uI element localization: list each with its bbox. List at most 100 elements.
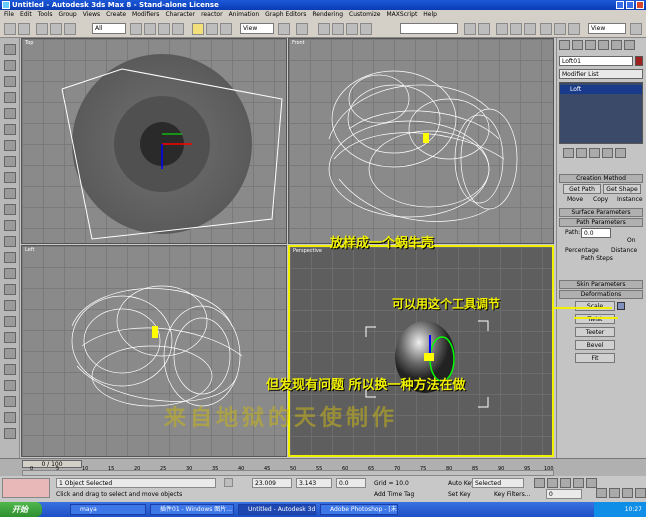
path-steps-radio[interactable]: Path Steps (581, 254, 613, 263)
select-object-icon[interactable] (130, 23, 142, 35)
menu-group[interactable]: Group (58, 10, 76, 20)
object-color-swatch[interactable] (635, 56, 643, 66)
tool-icon-8[interactable] (4, 156, 16, 167)
tool-icon-19[interactable] (4, 332, 16, 343)
play-icon[interactable] (560, 478, 571, 488)
motion-tab-icon[interactable] (598, 40, 609, 50)
goto-end-icon[interactable] (586, 478, 597, 488)
move-radio[interactable]: Move (567, 195, 583, 204)
creation-method-rollout[interactable]: Creation Method (559, 174, 643, 183)
maximize-button[interactable] (626, 1, 634, 9)
instance-radio[interactable]: Instance (617, 195, 643, 204)
copy-radio[interactable]: Copy (593, 195, 608, 204)
key-selection-dropdown[interactable]: Selected (472, 478, 524, 488)
snail-shell-wireframe[interactable] (71, 285, 243, 407)
pivot-center-icon[interactable] (278, 23, 290, 35)
mirror-icon[interactable] (464, 23, 476, 35)
menu-graph-editors[interactable]: Graph Editors (265, 10, 306, 20)
show-end-result-icon[interactable] (576, 148, 587, 158)
tool-icon-20[interactable] (4, 348, 16, 359)
utilities-tab-icon[interactable] (624, 40, 635, 50)
select-manipulate-icon[interactable] (296, 23, 308, 35)
tool-icon-22[interactable] (4, 380, 16, 391)
percent-snap-icon[interactable] (346, 23, 358, 35)
tool-icon-6[interactable] (4, 124, 16, 135)
tool-icon-16[interactable] (4, 284, 16, 295)
start-button[interactable]: 开始 (0, 502, 42, 517)
select-and-move-icon[interactable] (192, 23, 204, 35)
menu-edit[interactable]: Edit (20, 10, 32, 20)
tool-icon-13[interactable] (4, 236, 16, 247)
select-by-name-icon[interactable] (144, 23, 156, 35)
tool-icon-11[interactable] (4, 204, 16, 215)
set-key-button[interactable]: Set Key (448, 490, 471, 499)
quick-render-icon[interactable] (568, 23, 580, 35)
snap-on-checkbox[interactable]: On (627, 236, 636, 245)
goto-start-icon[interactable] (534, 478, 545, 488)
tool-icon-9[interactable] (4, 172, 16, 183)
teeter-button[interactable]: Teeter (575, 327, 615, 337)
snail-shell-wireframe[interactable] (328, 70, 518, 222)
menu-maxscript[interactable]: MAXScript (387, 10, 418, 20)
tool-icon-3[interactable] (4, 76, 16, 87)
hierarchy-tab-icon[interactable] (585, 40, 596, 50)
configure-sets-icon[interactable] (615, 148, 626, 158)
maximize-viewport-icon[interactable] (635, 488, 646, 498)
menu-tools[interactable]: Tools (38, 10, 53, 20)
path-parameters-rollout[interactable]: Path Parameters (559, 218, 643, 227)
render-scene-icon[interactable] (554, 23, 566, 35)
object-name-field[interactable]: Loft01 (559, 56, 633, 66)
menu-create[interactable]: Create (106, 10, 126, 20)
render-type-dropdown[interactable]: View (588, 23, 626, 34)
viewport-front[interactable]: Front (288, 38, 554, 244)
tool-icon-4[interactable] (4, 92, 16, 103)
menu-modifiers[interactable]: Modifiers (132, 10, 159, 20)
curve-editor-icon[interactable] (510, 23, 522, 35)
taskbar-item-3dsmax[interactable]: Untitled - Autodesk 3ds ... (238, 504, 316, 515)
remove-modifier-icon[interactable] (602, 148, 613, 158)
prev-frame-icon[interactable] (547, 478, 558, 488)
snaps-toggle-icon[interactable] (318, 23, 330, 35)
next-frame-icon[interactable] (573, 478, 584, 488)
material-editor-icon[interactable] (540, 23, 552, 35)
taskbar-item-image-viewer[interactable]: 插件01 - Windows 图片... (150, 504, 234, 515)
angle-snap-icon[interactable] (332, 23, 344, 35)
make-unique-icon[interactable] (589, 148, 600, 158)
render-last-icon[interactable] (630, 23, 642, 35)
tool-icon-10[interactable] (4, 188, 16, 199)
x-coordinate-field[interactable]: 23.009 (252, 478, 292, 488)
minimize-button[interactable] (616, 1, 624, 9)
orbit-icon[interactable] (622, 488, 633, 498)
add-time-tag[interactable]: Add Time Tag (374, 490, 414, 499)
layer-manager-icon[interactable] (496, 23, 508, 35)
tool-icon-1[interactable] (4, 44, 16, 55)
create-tab-icon[interactable] (559, 40, 570, 50)
window-crossing-icon[interactable] (172, 23, 184, 35)
select-and-scale-icon[interactable] (220, 23, 232, 35)
y-coordinate-field[interactable]: 3.143 (296, 478, 332, 488)
stack-item-loft[interactable]: Loft (560, 85, 642, 94)
z-coordinate-field[interactable]: 0.0 (336, 478, 366, 488)
taskbar-item-maya[interactable]: maya (70, 504, 146, 515)
taskbar-item-photoshop[interactable]: Adobe Photoshop - [未... (320, 504, 398, 515)
menu-customize[interactable]: Customize (349, 10, 381, 20)
named-selection-dropdown[interactable] (400, 23, 458, 34)
spinner-snap-icon[interactable] (360, 23, 372, 35)
close-button[interactable] (636, 1, 644, 9)
key-filters-button[interactable]: Key Filters... (494, 490, 531, 499)
tool-icon-23[interactable] (4, 396, 16, 407)
tool-icon-18[interactable] (4, 316, 16, 327)
get-path-button[interactable]: Get Path (563, 184, 601, 194)
maxscript-listener[interactable] (2, 478, 50, 498)
menu-file[interactable]: File (4, 10, 14, 20)
menu-character[interactable]: Character (165, 10, 195, 20)
current-frame-field[interactable]: 0 (546, 489, 582, 499)
deformations-rollout[interactable]: Deformations (559, 290, 643, 299)
pin-stack-icon[interactable] (563, 148, 574, 158)
menu-animation[interactable]: Animation (229, 10, 260, 20)
undo-icon[interactable] (4, 23, 16, 35)
path-value-field[interactable]: 0.0 (581, 228, 611, 238)
surface-parameters-rollout[interactable]: Surface Parameters (559, 208, 643, 217)
menu-views[interactable]: Views (83, 10, 100, 20)
display-tab-icon[interactable] (611, 40, 622, 50)
